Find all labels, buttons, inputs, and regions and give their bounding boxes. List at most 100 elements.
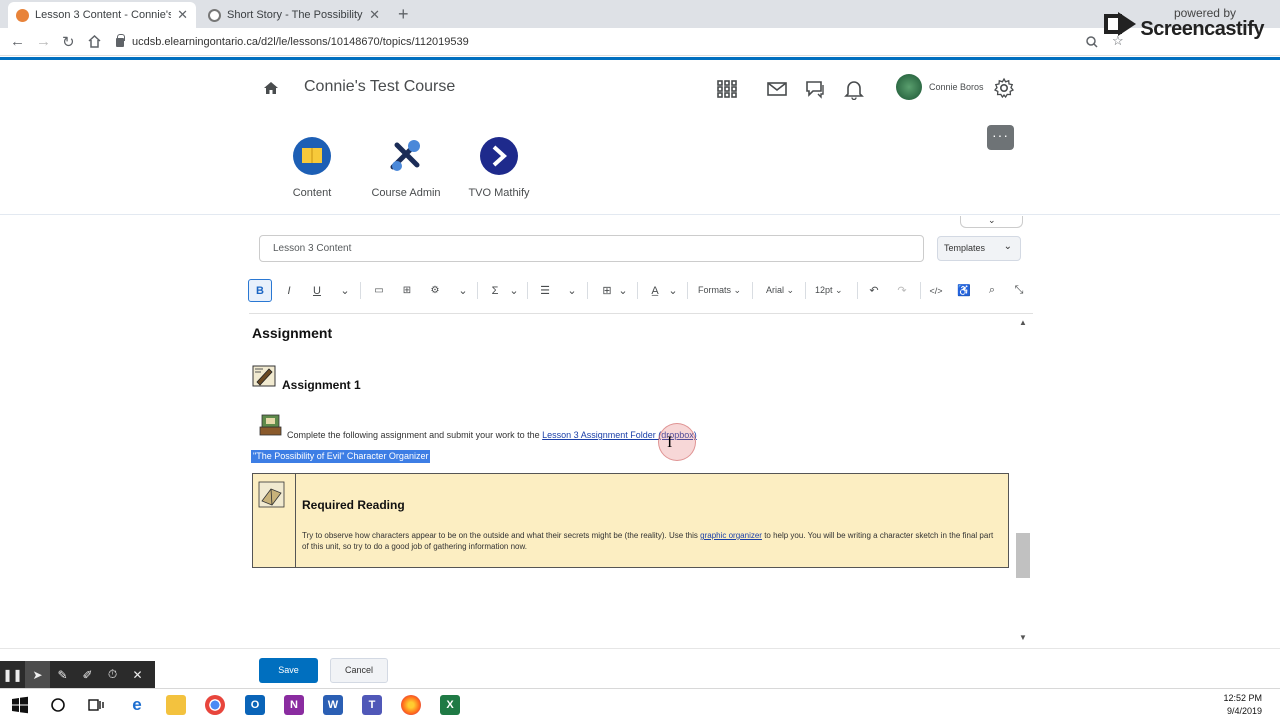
zoom-icon[interactable] (1086, 36, 1098, 48)
system-clock[interactable]: 12:52 PM 9/4/2019 (1223, 692, 1262, 718)
collapse-toggle[interactable]: ⌄ (960, 215, 1023, 228)
d2l-favicon-icon (16, 8, 29, 22)
accessibility-checker-icon[interactable]: ♿ (956, 279, 972, 302)
assignment-pencil-icon (252, 365, 276, 387)
teams-icon[interactable]: T (362, 695, 382, 715)
books-icon (259, 414, 282, 436)
scroll-thumb[interactable] (1016, 533, 1030, 578)
divider (857, 282, 858, 299)
insert-chevron-icon[interactable]: ⌄ (457, 279, 469, 302)
more-format-chevron-icon[interactable]: ⌄ (339, 279, 351, 302)
back-arrow-icon[interactable]: ← (10, 33, 25, 50)
insert-quicklink-icon[interactable]: ⊞ (399, 279, 415, 302)
equation-chevron-icon[interactable]: ⌄ (508, 279, 520, 302)
divider (360, 282, 361, 299)
table-chevron-icon[interactable]: ⌄ (617, 279, 629, 302)
address-bar[interactable]: ucdsb.elearningontario.ca/d2l/le/lessons… (110, 31, 1110, 53)
new-tab-icon[interactable]: + (398, 4, 409, 25)
assignment-instruction[interactable]: Complete the following assignment and su… (287, 430, 697, 440)
formats-dropdown[interactable]: Formats ⌄ (698, 285, 741, 296)
timer-icon[interactable]: ⏱ (100, 661, 125, 688)
browser-tab-strip: Lesson 3 Content - Connie's Test ✕ Short… (0, 0, 1280, 28)
nav-tvo-mathify[interactable]: TVO Mathify (459, 137, 539, 199)
lock-icon (116, 33, 125, 47)
templates-button[interactable]: Templates ⌄ (937, 236, 1021, 261)
bullet-list-icon[interactable]: ☰ (537, 279, 553, 302)
scroll-up-icon[interactable]: ▲ (1019, 318, 1027, 327)
user-name[interactable]: Connie Boros (929, 82, 984, 92)
word-icon[interactable]: W (323, 695, 343, 715)
equation-sigma-button[interactable]: Σ (488, 279, 502, 302)
underline-button[interactable]: U (309, 279, 325, 302)
forward-arrow-icon[interactable]: → (36, 33, 51, 50)
screen: Lesson 3 Content - Connie's Test ✕ Short… (0, 0, 1280, 720)
table-icon[interactable]: ⊞ (599, 279, 615, 302)
settings-gear-icon[interactable] (993, 77, 1015, 99)
divider (587, 282, 588, 299)
screencastify-logo-icon (1104, 12, 1136, 36)
save-button[interactable]: Save (259, 658, 318, 683)
redo-icon[interactable]: ↷ (894, 279, 910, 302)
required-reading-text: Try to observe how characters appear to … (302, 531, 994, 551)
course-selector-grid-icon[interactable] (716, 78, 738, 100)
preview-icon[interactable]: ⌕ (984, 279, 1000, 302)
pointer-icon[interactable]: ➤ (25, 661, 50, 688)
course-home-icon[interactable] (263, 81, 279, 95)
browser-tab-lesson[interactable]: Lesson 3 Content - Connie's Test ✕ (8, 2, 196, 28)
notification-bell-icon[interactable] (843, 78, 865, 100)
file-explorer-icon[interactable] (166, 695, 186, 715)
font-size-dropdown[interactable]: 12pt ⌄ (815, 285, 843, 296)
pause-icon[interactable]: ❚❚ (0, 661, 25, 688)
scroll-down-icon[interactable]: ▼ (1019, 633, 1027, 642)
outlook-icon[interactable]: O (245, 695, 265, 715)
italic-button[interactable]: I (281, 279, 297, 302)
more-options-button[interactable]: ··· (987, 125, 1014, 150)
onenote-icon[interactable]: N (284, 695, 304, 715)
course-title[interactable]: Connie's Test Course (304, 78, 455, 96)
nav-content[interactable]: Content (272, 137, 352, 199)
windows-start-icon[interactable] (10, 695, 30, 715)
browser-tab-short-story[interactable]: Short Story - The Possibility of Ev ✕ (200, 2, 388, 28)
firefox-icon[interactable] (401, 695, 421, 715)
insert-stuff-icon[interactable]: ▭ (371, 279, 387, 302)
assignment-heading[interactable]: Assignment (252, 325, 332, 341)
divider (477, 282, 478, 299)
mail-icon[interactable] (766, 78, 788, 100)
list-chevron-icon[interactable]: ⌄ (566, 279, 578, 302)
graphic-organizer-link[interactable]: graphic organizer (700, 531, 762, 540)
divider (920, 282, 921, 299)
chrome-icon[interactable] (205, 695, 225, 715)
text-color-icon[interactable]: A̲ (647, 279, 663, 302)
edge-browser-icon[interactable]: e (127, 695, 147, 715)
color-chevron-icon[interactable]: ⌄ (667, 279, 679, 302)
chat-icon[interactable] (804, 78, 826, 100)
topic-title-input[interactable]: Lesson 3 Content (259, 235, 924, 262)
browser-toolbar: ← → ↻ ucdsb.elearningontario.ca/d2l/le/l… (0, 28, 1280, 56)
close-tab-icon[interactable]: ✕ (177, 7, 188, 23)
course-admin-icon (390, 140, 420, 171)
close-icon[interactable]: ✕ (125, 661, 150, 688)
font-family-dropdown[interactable]: Arial ⌄ (766, 285, 794, 296)
task-view-icon[interactable] (86, 695, 106, 715)
home-page-icon[interactable] (88, 35, 101, 48)
bold-button[interactable]: B (248, 279, 272, 302)
cancel-button[interactable]: Cancel (330, 658, 388, 683)
editor-scrollbar[interactable]: ▲ ▼ (1015, 318, 1031, 645)
source-code-icon[interactable]: </> (928, 279, 944, 302)
undo-icon[interactable]: ↶ (866, 279, 882, 302)
character-organizer-selected-text[interactable]: "The Possibility of Evil" Character Orga… (251, 450, 431, 463)
highlighter-icon[interactable]: ✐ (75, 661, 100, 688)
pen-icon[interactable]: ✎ (50, 661, 75, 688)
excel-icon[interactable]: X (440, 695, 460, 715)
save-bar: Save Cancel (0, 648, 1280, 688)
click-highlight-ring (658, 423, 696, 461)
fullscreen-icon[interactable]: ⤡ (1011, 279, 1027, 302)
close-tab-icon[interactable]: ✕ (369, 7, 380, 23)
nav-course-admin[interactable]: Course Admin (366, 137, 446, 199)
reload-icon[interactable]: ↻ (62, 33, 75, 51)
user-avatar[interactable] (896, 74, 922, 100)
cortana-search-icon[interactable] (48, 695, 68, 715)
insert-image-icon[interactable]: ⚙ (427, 279, 443, 302)
required-reading-callout[interactable]: Required Reading Try to observe how char… (252, 473, 1009, 568)
assignment-1-heading[interactable]: Assignment 1 (282, 378, 361, 392)
